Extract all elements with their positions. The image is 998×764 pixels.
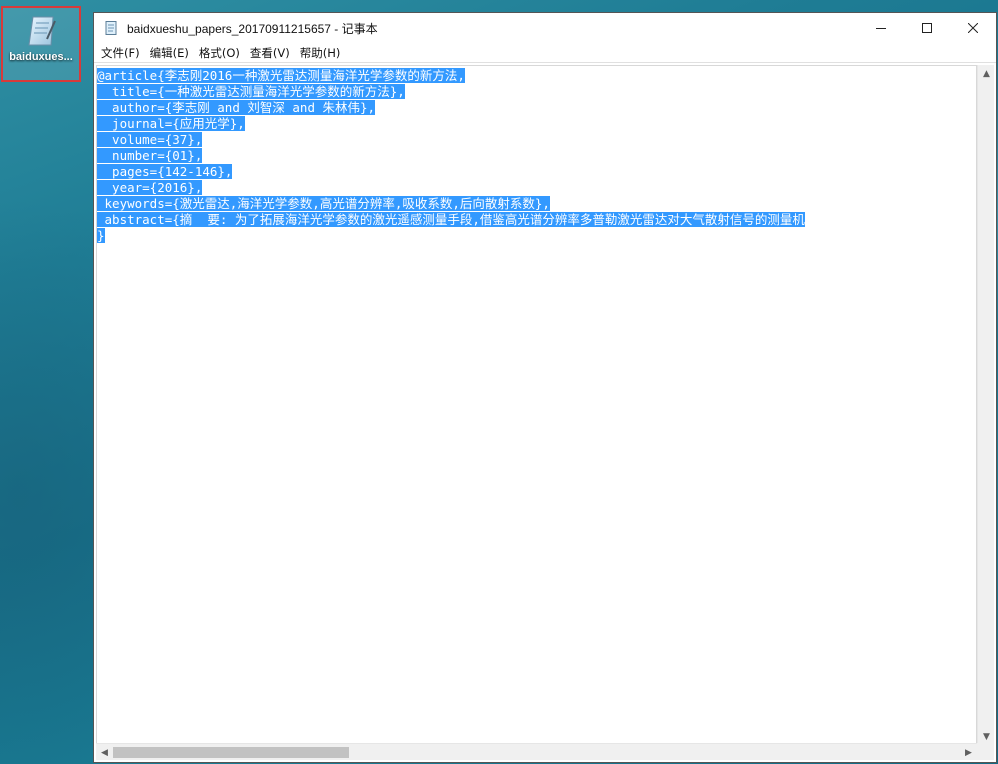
scroll-left-icon[interactable]: ◀ xyxy=(96,744,113,761)
maximize-button[interactable] xyxy=(904,13,950,43)
scroll-up-icon[interactable]: ▲ xyxy=(978,65,995,82)
text-line: abstract={摘 要: 为了拓展海洋光学参数的激光遥感测量手段,借鉴高光谱… xyxy=(97,212,805,227)
window-title: baidxueshu_papers_20170911215657 - 记事本 xyxy=(127,21,378,36)
text-line: pages={142-146}, xyxy=(97,164,233,179)
text-line: volume={37}, xyxy=(97,132,203,147)
vertical-scrollbar[interactable]: ▲ ▼ xyxy=(977,65,994,745)
text-line: } xyxy=(97,228,105,243)
desktop-icon-label: baiduxues... xyxy=(9,51,73,63)
text-line: keywords={激光雷达,海洋光学参数,高光谱分辨率,吸收系数,后向散射系数… xyxy=(97,196,550,211)
title-bar[interactable]: baidxueshu_papers_20170911215657 - 记事本 xyxy=(94,13,996,43)
scrollbar-corner xyxy=(977,743,994,760)
notepad-window: baidxueshu_papers_20170911215657 - 记事本 文… xyxy=(93,12,997,763)
menu-file[interactable]: 文件(F) xyxy=(96,45,145,61)
text-content: @article{李志刚2016一种激光雷达测量海洋光学参数的新方法, titl… xyxy=(97,66,976,244)
text-line: journal={应用光学}, xyxy=(97,116,245,131)
menu-bar: 文件(F) 编辑(E) 格式(O) 查看(V) 帮助(H) xyxy=(94,43,996,63)
text-line: author={李志刚 and 刘智深 and 朱林伟}, xyxy=(97,100,376,115)
horizontal-scrollbar[interactable]: ◀ ▶ xyxy=(96,743,977,760)
menu-view[interactable]: 查看(V) xyxy=(245,45,295,61)
window-controls xyxy=(858,13,996,43)
desktop-file-icon[interactable]: baiduxues... xyxy=(1,6,81,82)
horizontal-scroll-thumb[interactable] xyxy=(113,747,349,758)
text-line: @article{李志刚2016一种激光雷达测量海洋光学参数的新方法, xyxy=(97,68,465,83)
text-editor[interactable]: @article{李志刚2016一种激光雷达测量海洋光学参数的新方法, titl… xyxy=(96,65,977,745)
text-line: number={01}, xyxy=(97,148,203,163)
scroll-right-icon[interactable]: ▶ xyxy=(960,744,977,761)
close-button[interactable] xyxy=(950,13,996,43)
minimize-button[interactable] xyxy=(858,13,904,43)
close-icon xyxy=(968,23,978,33)
menu-edit[interactable]: 编辑(E) xyxy=(145,45,194,61)
minimize-icon xyxy=(876,28,886,29)
document-icon xyxy=(28,16,56,46)
menu-format[interactable]: 格式(O) xyxy=(194,45,245,61)
menu-help[interactable]: 帮助(H) xyxy=(295,45,346,61)
notepad-icon xyxy=(105,21,117,35)
text-line: year={2016}, xyxy=(97,180,203,195)
text-line: title={一种激光雷达测量海洋光学参数的新方法}, xyxy=(97,84,405,99)
maximize-icon xyxy=(922,23,932,33)
